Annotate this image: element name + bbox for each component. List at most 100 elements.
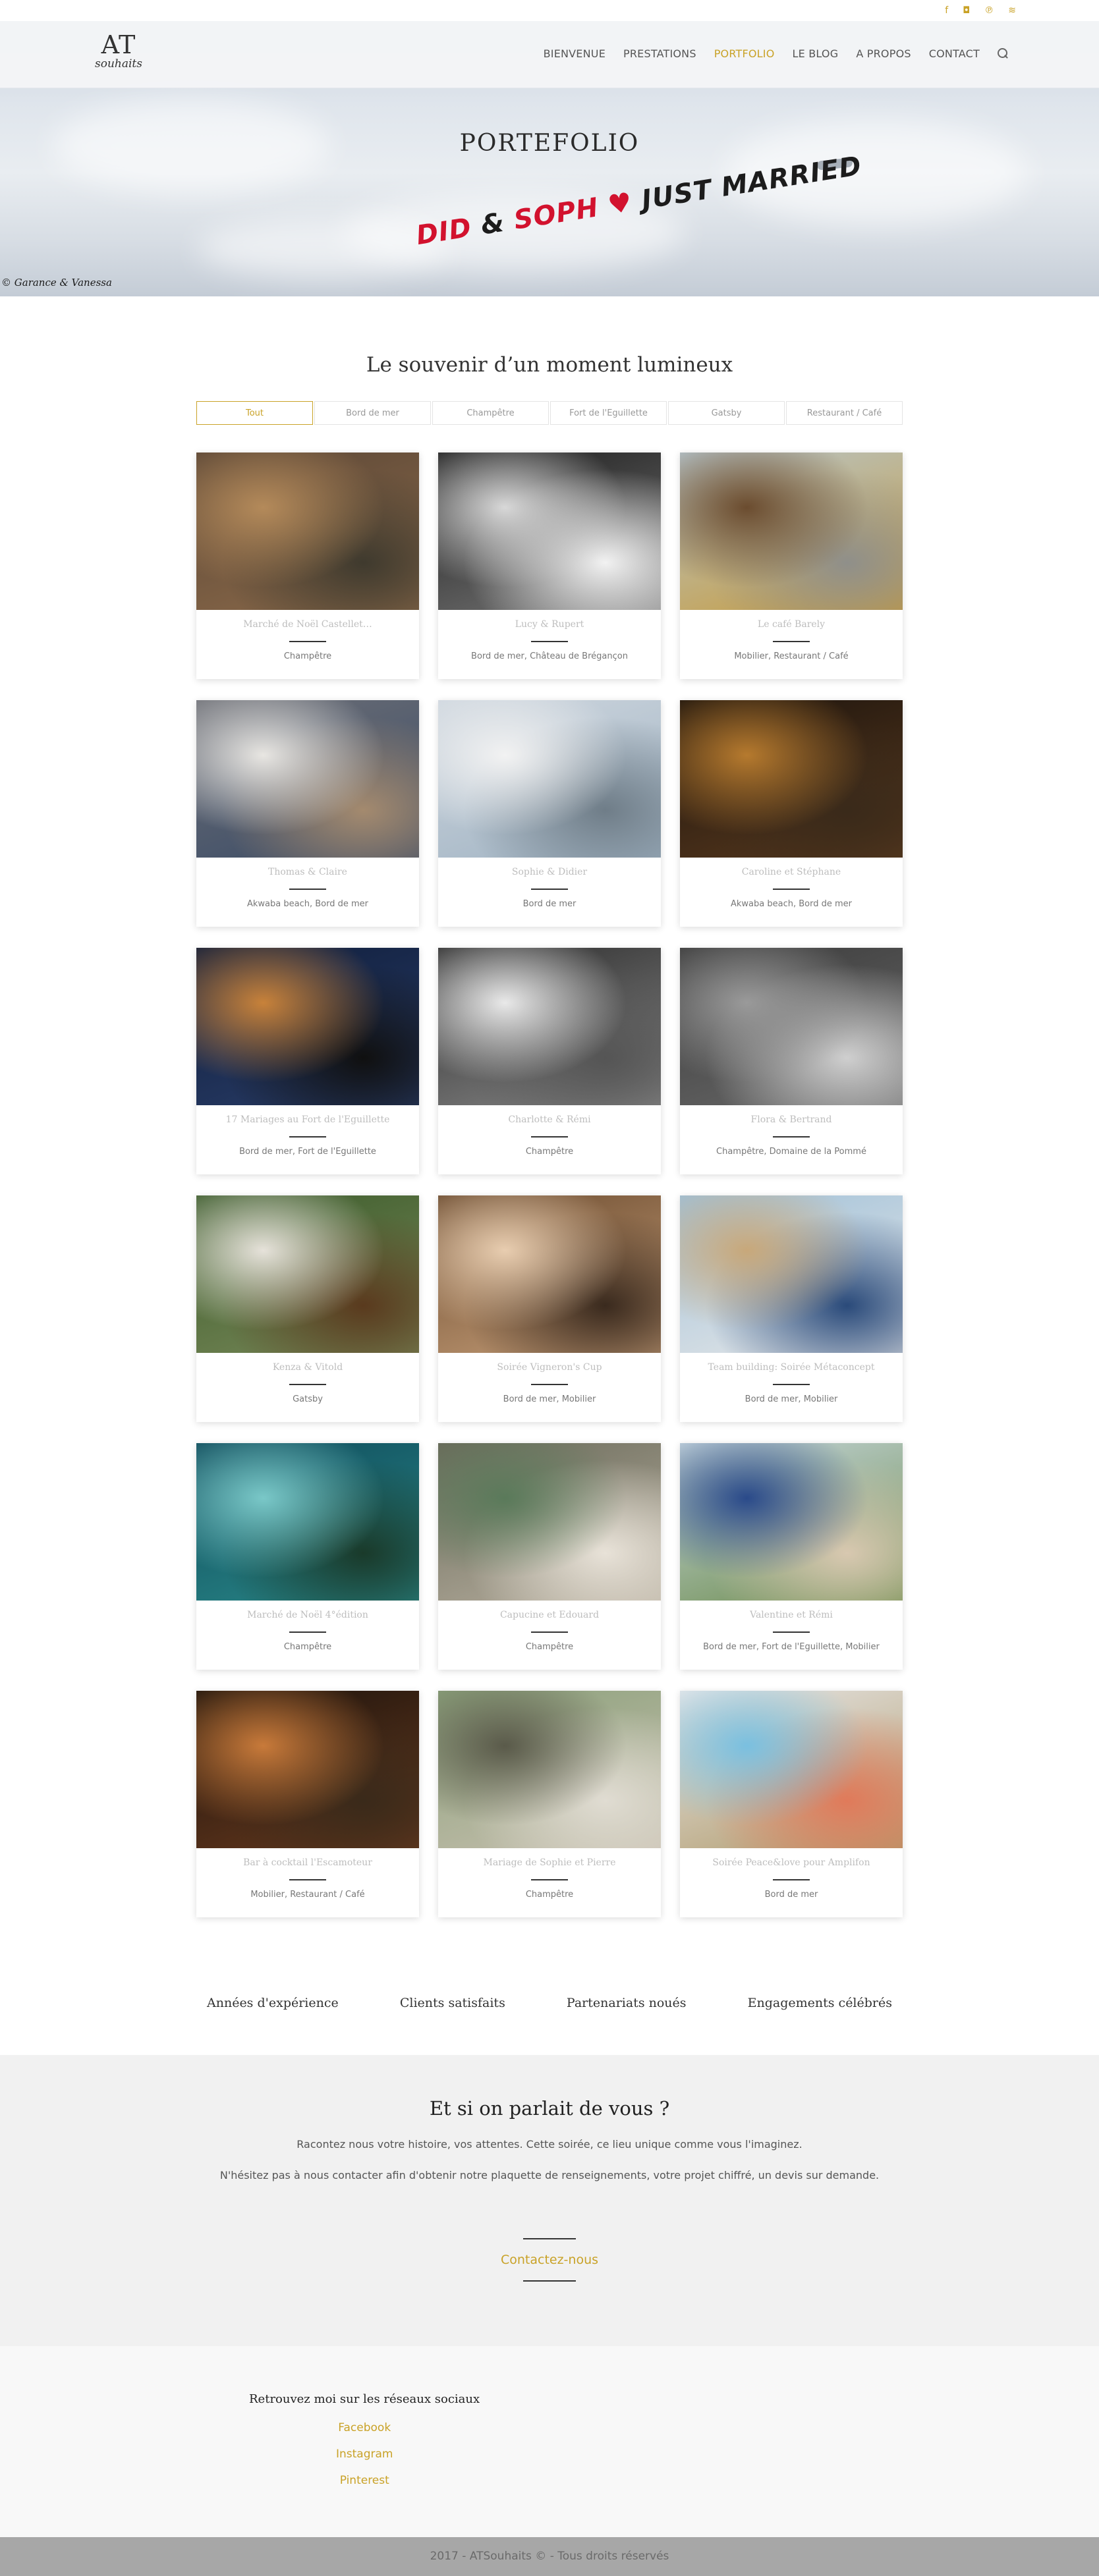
footer-link-pinterest[interactable]: Pinterest (340, 2474, 389, 2487)
divider (289, 1631, 326, 1633)
portfolio-card-title[interactable]: Bar à cocktail l'Escamoteur (196, 1857, 419, 1868)
portfolio-card-title[interactable]: Team building: Soirée Métaconcept (680, 1362, 903, 1373)
portfolio-thumbnail[interactable] (680, 1443, 903, 1601)
filter-tab[interactable]: Bord de mer (314, 401, 431, 425)
portfolio-card-categories: Champêtre (283, 1642, 332, 1652)
portfolio-card[interactable]: Caroline et Stéphane Akwaba beach, Bord d… (680, 700, 903, 927)
portfolio-thumbnail[interactable] (196, 1691, 419, 1848)
filter-tab[interactable]: Restaurant / Café (786, 401, 903, 425)
portfolio-card-categories: Champêtre (525, 1147, 574, 1157)
footer-link-instagram[interactable]: Instagram (336, 2448, 393, 2461)
portfolio-thumbnail[interactable] (438, 948, 661, 1105)
portfolio-card[interactable]: Capucine et Edouard Champêtre (438, 1443, 661, 1670)
portfolio-card-title[interactable]: 17 Mariages au Fort de l'Eguillette (196, 1114, 419, 1125)
pinterest-icon[interactable]: ℗ (984, 6, 994, 15)
portfolio-card-categories: Akwaba beach, Bord de mer (731, 899, 852, 909)
stat-label: Engagements célébrés (747, 1996, 892, 2010)
portfolio-card-title[interactable]: Kenza & Vitold (196, 1362, 419, 1373)
portfolio-card-title[interactable]: Mariage de Sophie et Pierre (438, 1857, 661, 1868)
portfolio-card-title[interactable]: Soirée Peace&love pour Amplifon (680, 1857, 903, 1868)
portfolio-thumbnail[interactable] (196, 452, 419, 610)
portfolio-card-title[interactable]: Marché de Noël Castellet… (196, 619, 419, 630)
portfolio-filter-bar: Tout Bord de mer Champêtre Fort de l'Eguill… (196, 401, 903, 425)
portfolio-thumbnail[interactable] (680, 948, 903, 1105)
nav-item-le-blog[interactable]: LE BLOG (793, 47, 839, 60)
portfolio-thumbnail[interactable] (680, 1691, 903, 1848)
portfolio-thumbnail[interactable] (680, 1195, 903, 1353)
logo-wordmark: souhaits (95, 57, 142, 70)
nav-item-contact[interactable]: CONTACT (929, 47, 980, 60)
portfolio-card[interactable]: Kenza & Vitold Gatsby (196, 1195, 419, 1422)
portfolio-card-categories: Bord de mer, Mobilier (503, 1394, 596, 1404)
portfolio-thumbnail[interactable] (196, 700, 419, 858)
portfolio-card-title[interactable]: Caroline et Stéphane (680, 867, 903, 877)
portfolio-card-categories: Mobilier, Restaurant / Café (734, 651, 849, 661)
portfolio-card[interactable]: Team building: Soirée Métaconcept Bord de… (680, 1195, 903, 1422)
portfolio-card[interactable]: Lucy & Rupert Bord de mer, Château de Bré… (438, 452, 661, 679)
portfolio-thumbnail[interactable] (196, 1195, 419, 1353)
filter-tab[interactable]: Tout (196, 401, 313, 425)
portfolio-card[interactable]: 17 Mariages au Fort de l'Eguillette Bord … (196, 948, 419, 1174)
search-icon[interactable] (998, 47, 1009, 60)
portfolio-card[interactable]: Mariage de Sophie et Pierre Champêtre (438, 1691, 661, 1917)
portfolio-card-title[interactable]: Lucy & Rupert (438, 619, 661, 630)
portfolio-thumbnail[interactable] (680, 452, 903, 610)
contact-button[interactable]: Contactez-nous (0, 2253, 1099, 2267)
portfolio-thumbnail[interactable] (680, 700, 903, 858)
portfolio-card-title[interactable]: Sophie & Didier (438, 867, 661, 877)
divider (773, 889, 810, 890)
portfolio-card-title[interactable]: Charlotte & Rémi (438, 1114, 661, 1125)
divider (531, 641, 568, 642)
portfolio-card[interactable]: Le café Barely Mobilier, Restaurant / Caf… (680, 452, 903, 679)
instagram-icon[interactable]: ◘ (963, 6, 970, 15)
portfolio-card[interactable]: Charlotte & Rémi Champêtre (438, 948, 661, 1174)
page-title: PORTEFOLIO (459, 130, 640, 157)
portfolio-card[interactable]: Valentine et Rémi Bord de mer, Fort de l'… (680, 1443, 903, 1670)
divider (289, 1384, 326, 1385)
divider (773, 1631, 810, 1633)
divider (531, 1631, 568, 1633)
nav-item-a-propos[interactable]: A PROPOS (856, 47, 911, 60)
site-logo[interactable]: AT souhaits (92, 32, 145, 78)
portfolio-card[interactable]: Bar à cocktail l'Escamoteur Mobilier, Res… (196, 1691, 419, 1917)
portfolio-thumbnail[interactable] (438, 700, 661, 858)
filter-tab[interactable]: Gatsby (668, 401, 785, 425)
portfolio-card[interactable]: Soirée Vigneron's Cup Bord de mer, Mobili… (438, 1195, 661, 1422)
portfolio-card-title[interactable]: Valentine et Rémi (680, 1610, 903, 1620)
portfolio-thumbnail[interactable] (196, 948, 419, 1105)
rss-icon[interactable]: ≋ (1008, 6, 1016, 15)
portfolio-card-categories: Champêtre, Domaine de la Pommé (716, 1147, 866, 1157)
nav-item-prestations[interactable]: PRESTATIONS (623, 47, 696, 60)
footer-link-facebook[interactable]: Facebook (338, 2421, 391, 2434)
portfolio-card-categories: Bord de mer, Fort de l'Eguillette (239, 1147, 376, 1157)
portfolio-card-title[interactable]: Marché de Noël 4°édition (196, 1610, 419, 1620)
filter-tab[interactable]: Champêtre (432, 401, 549, 425)
nav-item-bienvenue[interactable]: BIENVENUE (544, 47, 606, 60)
divider (289, 889, 326, 890)
portfolio-card[interactable]: Soirée Peace&love pour Amplifon Bord de m… (680, 1691, 903, 1917)
portfolio-thumbnail[interactable] (438, 1195, 661, 1353)
portfolio-card[interactable]: Flora & Bertrand Champêtre, Domaine de la… (680, 948, 903, 1174)
portfolio-section-title: Le souvenir d’un moment lumineux (366, 353, 733, 377)
filter-tab[interactable]: Fort de l'Eguillette (550, 401, 667, 425)
portfolio-thumbnail[interactable] (438, 1443, 661, 1601)
portfolio-card[interactable]: Thomas & Claire Akwaba beach, Bord de mer (196, 700, 419, 927)
portfolio-card-categories: Bord de mer, Mobilier (745, 1394, 838, 1404)
portfolio-thumbnail[interactable] (438, 1691, 661, 1848)
portfolio-card-categories: Mobilier, Restaurant / Café (250, 1890, 365, 1900)
portfolio-card[interactable]: Sophie & Didier Bord de mer (438, 700, 661, 927)
portfolio-card-title[interactable]: Capucine et Edouard (438, 1610, 661, 1620)
portfolio-thumbnail[interactable] (196, 1443, 419, 1601)
facebook-icon[interactable]: f (945, 6, 948, 15)
portfolio-card[interactable]: Marché de Noël 4°édition Champêtre (196, 1443, 419, 1670)
portfolio-card-title[interactable]: Flora & Bertrand (680, 1114, 903, 1125)
portfolio-card-title[interactable]: Le café Barely (680, 619, 903, 630)
nav-item-portfolio[interactable]: PORTFOLIO (714, 47, 775, 60)
logo-mark: AT (101, 30, 136, 59)
portfolio-card[interactable]: Marché de Noël Castellet… Champêtre (196, 452, 419, 679)
stat-label: Partenariats noués (566, 1996, 687, 2010)
portfolio-thumbnail[interactable] (438, 452, 661, 610)
portfolio-card-title[interactable]: Soirée Vigneron's Cup (438, 1362, 661, 1373)
portfolio-card-title[interactable]: Thomas & Claire (196, 867, 419, 877)
portfolio-card-categories: Bord de mer (522, 899, 577, 909)
